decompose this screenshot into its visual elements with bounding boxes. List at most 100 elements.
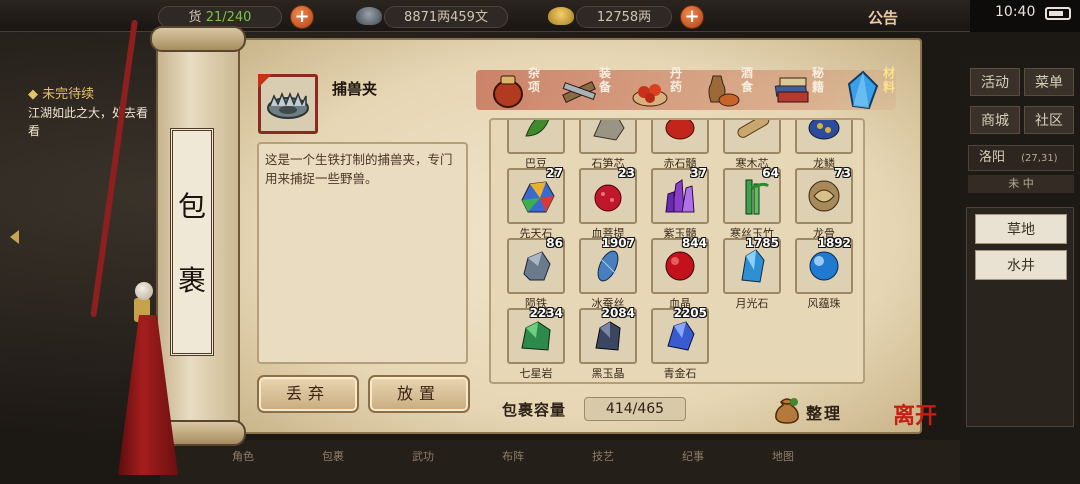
- meteor-iron-icon: [523, 251, 551, 281]
- item-slot[interactable]: 27 先天石: [507, 166, 565, 240]
- money-bag-icon: [775, 398, 799, 424]
- category-tab-4[interactable]: 酒食: [695, 62, 765, 114]
- leaf-icon: [525, 120, 550, 137]
- category-tab-3[interactable]: 丹药: [624, 62, 694, 114]
- capacity-value: 414/465: [584, 397, 686, 421]
- menu-button[interactable]: 菜单: [1024, 68, 1074, 96]
- bag-title: 包 裹: [170, 128, 214, 356]
- activity-button[interactable]: 活动: [970, 68, 1020, 96]
- leave-button[interactable]: 离开: [893, 405, 943, 449]
- crystal-icon: [847, 70, 879, 110]
- item-quantity: 86: [546, 236, 563, 250]
- location-display: 洛阳 (27,31): [968, 145, 1074, 171]
- red-berry-icon: [594, 184, 622, 212]
- item-slot[interactable]: 86 陨铁: [507, 236, 565, 310]
- item-quantity: 64: [762, 166, 779, 180]
- silk-icon: [597, 250, 619, 282]
- pills-icon: [632, 84, 668, 107]
- item-slot[interactable]: 龙鳞: [795, 120, 853, 170]
- compass-bar: 未 中: [968, 175, 1074, 193]
- item-quantity: 2084: [601, 306, 635, 320]
- item-quantity: 2205: [673, 306, 707, 320]
- item-slot[interactable]: 1892 风蕴珠: [795, 236, 853, 310]
- notice-button[interactable]: 公告: [868, 7, 898, 28]
- item-slot[interactable]: 1907 冰蚕丝: [579, 236, 637, 310]
- item-name: 黑玉晶: [591, 367, 625, 380]
- cargo-value: 21/240: [205, 10, 252, 25]
- community-button[interactable]: 社区: [1024, 106, 1074, 134]
- item-slot[interactable]: 2205 青金石: [651, 306, 709, 380]
- capacity-label: 包裹容量: [502, 401, 567, 419]
- bottom-tab-formation[interactable]: 布阵: [490, 448, 536, 484]
- battery-icon: [1045, 7, 1071, 20]
- item-quantity: 23: [618, 166, 635, 180]
- sort-button[interactable]: 整理: [772, 394, 852, 426]
- item-slot[interactable]: 巴豆: [507, 120, 565, 170]
- item-slot[interactable]: 23 血菩提: [579, 166, 637, 240]
- nearby-item-grass[interactable]: 草地: [975, 214, 1067, 244]
- category-tab-label: 酒食: [741, 66, 754, 94]
- item-slot[interactable]: 37 紫玉髓: [651, 166, 709, 240]
- place-button[interactable]: 放置: [368, 375, 470, 413]
- item-frame: [579, 120, 637, 154]
- category-tab-label: 材料: [883, 66, 896, 94]
- gold-ingot-icon: [548, 7, 574, 25]
- add-ingot-button[interactable]: +: [680, 5, 704, 29]
- moonstone-icon: [741, 249, 765, 283]
- item-slot[interactable]: 2234 七星岩: [507, 306, 565, 380]
- item-slot[interactable]: 石笋芯: [579, 120, 637, 170]
- shop-button[interactable]: 商城: [970, 106, 1020, 134]
- trap-icon: [267, 91, 309, 119]
- dragon-bone-icon: [808, 180, 840, 212]
- jar-icon: [493, 75, 523, 108]
- bottom-tab-journal[interactable]: 纪事: [670, 448, 716, 484]
- bottom-nav: [160, 440, 960, 484]
- item-slot[interactable]: 赤石髓: [651, 120, 709, 170]
- stone-icon: [593, 120, 625, 141]
- item-slot[interactable]: 73 龙骨: [795, 166, 853, 240]
- bottom-tab-bag[interactable]: 包裹: [310, 448, 356, 484]
- quest-tracker[interactable]: ◆ 未完待续 江湖如此之大，处去看看: [28, 86, 153, 140]
- bottom-tab-skills[interactable]: 技艺: [580, 448, 626, 484]
- nearby-item-well[interactable]: 水井: [975, 250, 1067, 280]
- add-cargo-button[interactable]: +: [290, 5, 314, 29]
- nearby-list: 草地 水井: [966, 207, 1074, 427]
- item-slot[interactable]: 2084 黑玉晶: [579, 306, 637, 380]
- item-name: 七星岩: [519, 367, 553, 380]
- item-quantity: 1907: [601, 236, 635, 250]
- category-tab-2[interactable]: 装备: [553, 62, 623, 114]
- category-tab-label: 秘籍: [812, 66, 825, 94]
- purple-crystal-icon: [665, 179, 695, 213]
- item-slot[interactable]: 64 寒丝玉竹: [723, 166, 781, 240]
- category-tab-label: 丹药: [670, 66, 683, 94]
- item-slot[interactable]: 844 血晶: [651, 236, 709, 310]
- tassel-bead: [135, 282, 153, 300]
- item-quantity: 2234: [529, 306, 563, 320]
- black-jade-icon: [595, 321, 621, 351]
- item-name: 风蕴珠: [807, 297, 841, 310]
- weapons-icon: [562, 80, 597, 104]
- item-quantity: 27: [546, 166, 563, 180]
- item-frame: [795, 120, 853, 154]
- cargo-stat: 货 21/240: [158, 6, 282, 28]
- item-frame: [651, 120, 709, 154]
- rank-flag-icon: [258, 74, 272, 88]
- item-grid: 巴豆 石笋芯 赤石髓 寒木芯 龙鳞 27 先天石 23 血菩提 37 紫玉髓 64 寒丝玉竹 73 龙骨 86…: [489, 118, 865, 384]
- bottom-tab-martial[interactable]: 武功: [400, 448, 446, 484]
- item-slot[interactable]: 1785 月光石: [723, 236, 781, 310]
- category-tab-5[interactable]: 秘籍: [766, 62, 836, 114]
- leave-label: 离开: [893, 403, 938, 429]
- bottom-tab-map[interactable]: 地图: [760, 448, 806, 484]
- bottom-tab-role[interactable]: 角色: [220, 448, 266, 484]
- selected-item-name: 捕兽夹: [332, 80, 378, 98]
- ingot-display: 12758两: [576, 6, 672, 28]
- item-frame: [507, 120, 565, 154]
- category-tab-1[interactable]: 杂项: [482, 62, 552, 114]
- item-quantity: 37: [690, 166, 707, 180]
- collapse-left-arrow-icon[interactable]: [10, 230, 19, 244]
- discard-button[interactable]: 丢弃: [257, 375, 359, 413]
- category-tab-label: 装备: [599, 66, 612, 94]
- item-slot[interactable]: 寒木芯: [723, 120, 781, 170]
- wood-icon: [737, 120, 770, 138]
- category-tab-6[interactable]: 材料: [837, 62, 907, 114]
